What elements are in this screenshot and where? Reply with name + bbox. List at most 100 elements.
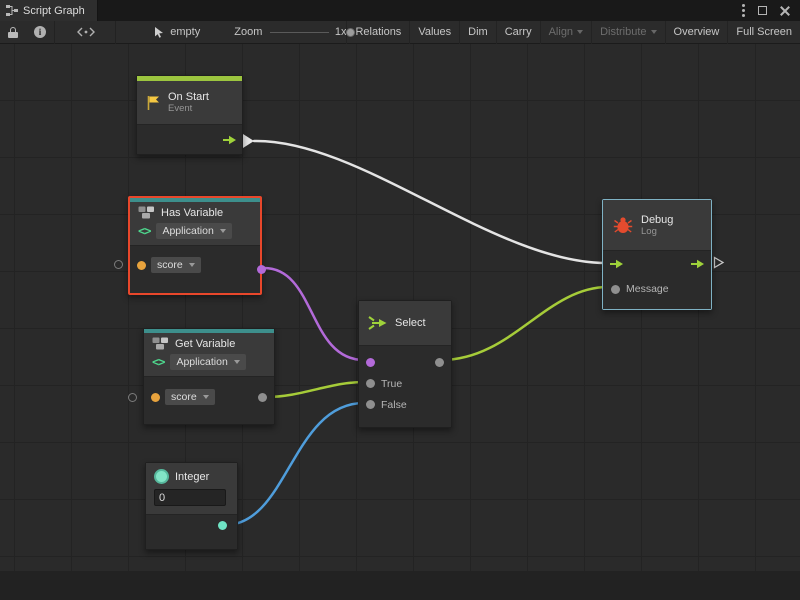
- control-output-port[interactable]: [222, 135, 237, 145]
- zoom-label: Zoom: [234, 26, 262, 38]
- integer-value-input[interactable]: [154, 489, 226, 506]
- connection-onstart-to-debuglog[interactable]: [254, 141, 606, 263]
- zoom-value: 1x: [335, 26, 347, 38]
- overview-label: Overview: [674, 26, 720, 38]
- integer-icon: [154, 469, 169, 484]
- full-screen-label: Full Screen: [736, 26, 792, 38]
- values-label: Values: [418, 26, 451, 38]
- overview-button[interactable]: Overview: [665, 21, 728, 44]
- window-titlebar: Script Graph: [0, 0, 800, 21]
- node-subtitle: Log: [641, 226, 673, 237]
- code-preview-button[interactable]: [69, 27, 103, 37]
- lock-icon: [8, 27, 18, 38]
- true-port-label: True: [381, 378, 402, 390]
- node-debug-log[interactable]: Debug Log Message: [602, 199, 712, 310]
- scope-dropdown[interactable]: Application: [156, 223, 231, 239]
- bug-icon: [613, 217, 633, 234]
- scope-dropdown-value: Application: [176, 356, 227, 368]
- scope-dropdown-value: Application: [162, 225, 213, 237]
- connection-select-to-debuglog-message[interactable]: [441, 287, 608, 360]
- true-input-port[interactable]: [366, 379, 375, 388]
- node-subtitle: Event: [168, 103, 209, 114]
- variable-name-dropdown[interactable]: score: [151, 257, 201, 273]
- connection-getvariable-to-select-true[interactable]: [266, 382, 364, 397]
- flag-icon: [146, 95, 161, 111]
- false-input-port[interactable]: [366, 400, 375, 409]
- integer-output-port[interactable]: [218, 521, 227, 530]
- scope-icon: <>: [152, 355, 164, 369]
- canvas-bottom-edge: [0, 571, 800, 600]
- node-title: On Start: [168, 91, 209, 103]
- graph-toolbar: i empty Zoom 1x Relations Values Dim Car…: [0, 21, 800, 44]
- zoom-slider[interactable]: [270, 21, 328, 44]
- chevron-down-icon: [577, 30, 583, 34]
- maximize-icon[interactable]: [758, 6, 767, 15]
- false-port-label: False: [381, 399, 407, 411]
- value-output-port[interactable]: [258, 393, 267, 402]
- variable-name-value: score: [171, 391, 197, 403]
- node-title: Get Variable: [175, 338, 235, 350]
- relations-button[interactable]: Relations: [346, 21, 409, 44]
- carry-label: Carry: [505, 26, 532, 38]
- toolbar-separator: [115, 21, 116, 44]
- distribute-button[interactable]: Distribute: [591, 21, 664, 44]
- node-get-variable[interactable]: Get Variable <> Application score: [143, 328, 275, 425]
- node-title: Integer: [175, 471, 209, 483]
- selection-output-port[interactable]: [435, 358, 444, 367]
- node-integer[interactable]: Integer: [145, 462, 238, 550]
- variable-name-value: score: [157, 259, 183, 271]
- dim-label: Dim: [468, 26, 488, 38]
- boolean-output-port[interactable]: [257, 265, 266, 274]
- control-output-port[interactable]: [690, 259, 705, 269]
- hasvariable-free-input-port[interactable]: [114, 260, 123, 269]
- align-button[interactable]: Align: [540, 21, 591, 44]
- node-title: Select: [395, 317, 426, 329]
- chevron-down-icon: [651, 30, 657, 34]
- scope-dropdown[interactable]: Application: [170, 354, 245, 370]
- node-has-variable[interactable]: Has Variable <> Application score: [128, 196, 262, 295]
- variables-icon: [152, 337, 169, 350]
- tab-script-graph[interactable]: Script Graph: [0, 0, 98, 21]
- node-select[interactable]: Select True False: [358, 300, 452, 428]
- zoom-slider-handle[interactable]: [346, 28, 355, 37]
- node-title: Debug: [641, 214, 673, 226]
- cursor-icon: [153, 26, 165, 38]
- full-screen-button[interactable]: Full Screen: [727, 21, 800, 44]
- zoom-slider-track[interactable]: [270, 32, 328, 34]
- align-label: Align: [549, 26, 573, 38]
- node-title: Has Variable: [161, 207, 223, 219]
- close-icon[interactable]: [780, 6, 790, 16]
- variables-icon: [138, 206, 155, 219]
- connection-start-arrow: [243, 134, 254, 148]
- getvariable-free-input-port[interactable]: [128, 393, 137, 402]
- chevron-down-icon: [189, 263, 195, 267]
- connection-hasvariable-to-select[interactable]: [264, 268, 364, 360]
- chevron-down-icon: [203, 395, 209, 399]
- tab-label: Script Graph: [23, 5, 85, 17]
- selection-status-label: empty: [170, 26, 200, 38]
- graph-canvas[interactable]: On Start Event Has Variable <>: [0, 44, 800, 600]
- connection-continue-arrow: [713, 256, 725, 269]
- distribute-label: Distribute: [600, 26, 646, 38]
- relations-label: Relations: [355, 26, 401, 38]
- selection-status: empty: [153, 26, 200, 38]
- angle-brackets-icon: [77, 27, 95, 37]
- variable-name-input-port[interactable]: [151, 393, 160, 402]
- window-menu-icon[interactable]: [742, 4, 745, 17]
- control-input-port[interactable]: [609, 259, 624, 269]
- info-icon: i: [34, 26, 46, 38]
- graph-icon: [6, 5, 18, 16]
- message-port-label: Message: [626, 283, 669, 295]
- node-on-start[interactable]: On Start Event: [136, 75, 243, 155]
- variable-name-input-port[interactable]: [137, 261, 146, 270]
- carry-button[interactable]: Carry: [496, 21, 540, 44]
- condition-input-port[interactable]: [366, 358, 375, 367]
- variable-name-dropdown[interactable]: score: [165, 389, 215, 405]
- message-input-port[interactable]: [611, 285, 620, 294]
- inspect-button[interactable]: i: [26, 26, 54, 38]
- values-button[interactable]: Values: [409, 21, 459, 44]
- chevron-down-icon: [220, 229, 226, 233]
- scope-icon: <>: [138, 224, 150, 238]
- lock-button[interactable]: [0, 27, 26, 38]
- dim-button[interactable]: Dim: [459, 21, 496, 44]
